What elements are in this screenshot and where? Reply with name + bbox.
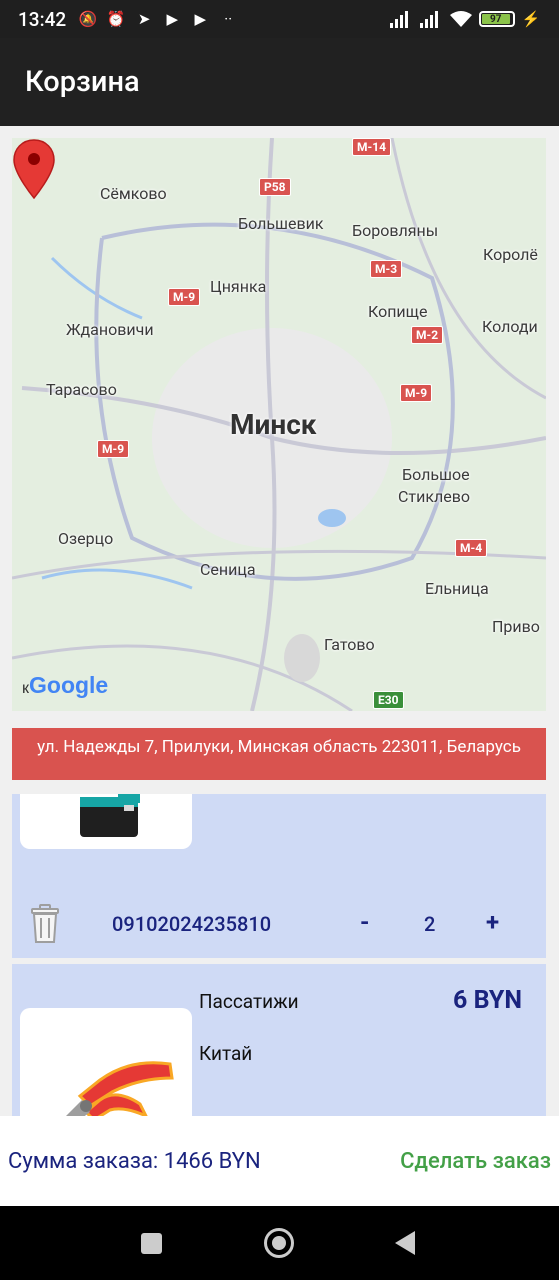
location-pin-icon[interactable] xyxy=(12,138,56,200)
map-label: Колоди xyxy=(482,317,538,336)
map-city-label: Минск xyxy=(230,408,317,441)
map-label: Сёмково xyxy=(100,184,167,203)
road-badge: М-3 xyxy=(370,260,403,278)
system-nav-bar xyxy=(0,1206,559,1280)
item-name: Пассатижи xyxy=(199,990,299,1013)
product-image[interactable] xyxy=(20,794,192,849)
map-label: Королё xyxy=(483,245,538,264)
road-badge: М-9 xyxy=(168,288,201,306)
app-bar: Корзина xyxy=(0,38,559,126)
back-button[interactable] xyxy=(395,1231,415,1255)
battery-level: 97 xyxy=(482,14,510,25)
order-total: Сумма заказа: 1466 BYN xyxy=(8,1148,261,1174)
more-icon: ·· xyxy=(224,10,233,28)
item-price: 6 BYN xyxy=(453,986,522,1015)
pliers-image xyxy=(66,1061,174,1116)
road-badge: М-9 xyxy=(97,440,130,458)
battery-icon: 97 xyxy=(479,11,515,27)
status-left: 13:42 🔕 ⏰ ➤ ▶ ▶ ·· xyxy=(18,8,238,31)
map-label: Гатово xyxy=(324,635,375,654)
status-time: 13:42 xyxy=(18,7,67,31)
google-logo-text: Google xyxy=(29,672,109,698)
recents-button[interactable] xyxy=(141,1233,162,1254)
map-label: Сеница xyxy=(200,560,256,579)
mute-icon: 🔕 xyxy=(78,10,98,28)
youtube-icon: ▶ xyxy=(194,10,206,28)
map-label: Большевик xyxy=(238,214,324,233)
item-sku: 09102024235810 xyxy=(112,912,272,936)
map-label: Приво xyxy=(492,617,540,636)
signal-icon xyxy=(420,11,438,28)
telegram-icon: ➤ xyxy=(137,10,151,28)
map-label: Ельница xyxy=(425,579,489,598)
map-label: Большое xyxy=(402,465,470,484)
map-label: Стиклево xyxy=(398,487,470,506)
road-badge: E30 xyxy=(373,691,404,709)
cart-item[interactable]: Пассатижи Китай 6 BYN xyxy=(12,964,546,1116)
map-label: Озерцо xyxy=(58,529,114,548)
alarm-icon: ⏰ xyxy=(106,10,126,28)
product-image[interactable] xyxy=(20,1008,192,1116)
status-right: 97 ⚡ xyxy=(389,10,541,28)
map-label: Копище xyxy=(368,302,428,321)
trash-icon[interactable] xyxy=(30,904,60,944)
map-label: Боровляны xyxy=(352,221,439,240)
map-label: Ждановичи xyxy=(66,320,154,339)
road-badge: М-9 xyxy=(400,384,433,402)
map-label: Тарасово xyxy=(46,380,117,399)
google-logo: кGoogle xyxy=(22,672,109,698)
place-order-button[interactable]: Сделать заказ xyxy=(400,1149,551,1174)
cart-list[interactable]: 09102024235810 - 2 + Пассатижи Китай 6 B… xyxy=(0,794,559,1116)
battery-charger-image xyxy=(80,794,140,837)
item-origin: Китай xyxy=(199,1042,253,1065)
status-bar: 13:42 🔕 ⏰ ➤ ▶ ▶ ·· 97 ⚡ xyxy=(0,0,559,38)
wifi-icon xyxy=(450,11,472,27)
road-badge: М-2 xyxy=(411,326,444,344)
order-footer: Сумма заказа: 1466 BYN Сделать заказ xyxy=(0,1116,559,1206)
page-title: Корзина xyxy=(25,65,140,99)
increase-quantity-button[interactable]: + xyxy=(486,908,499,936)
charging-icon: ⚡ xyxy=(521,10,541,28)
map-label: Цнянка xyxy=(210,277,267,296)
road-badge: М-14 xyxy=(352,138,392,156)
quantity-value: 2 xyxy=(424,912,436,936)
map[interactable]: Сёмково Большевик Боровляны Королё Цнянк… xyxy=(12,138,546,711)
cart-item[interactable]: 09102024235810 - 2 + xyxy=(12,794,546,958)
address-bar[interactable]: ул. Надежды 7, Прилуки, Минская область … xyxy=(12,728,546,780)
signal-icon xyxy=(390,11,408,28)
youtube-icon: ▶ xyxy=(166,10,178,28)
road-badge: Р58 xyxy=(259,178,291,196)
decrease-quantity-button[interactable]: - xyxy=(360,908,369,936)
road-badge: М-4 xyxy=(455,539,488,557)
home-button[interactable] xyxy=(264,1228,294,1258)
content: Сёмково Большевик Боровляны Королё Цнянк… xyxy=(0,126,559,1116)
